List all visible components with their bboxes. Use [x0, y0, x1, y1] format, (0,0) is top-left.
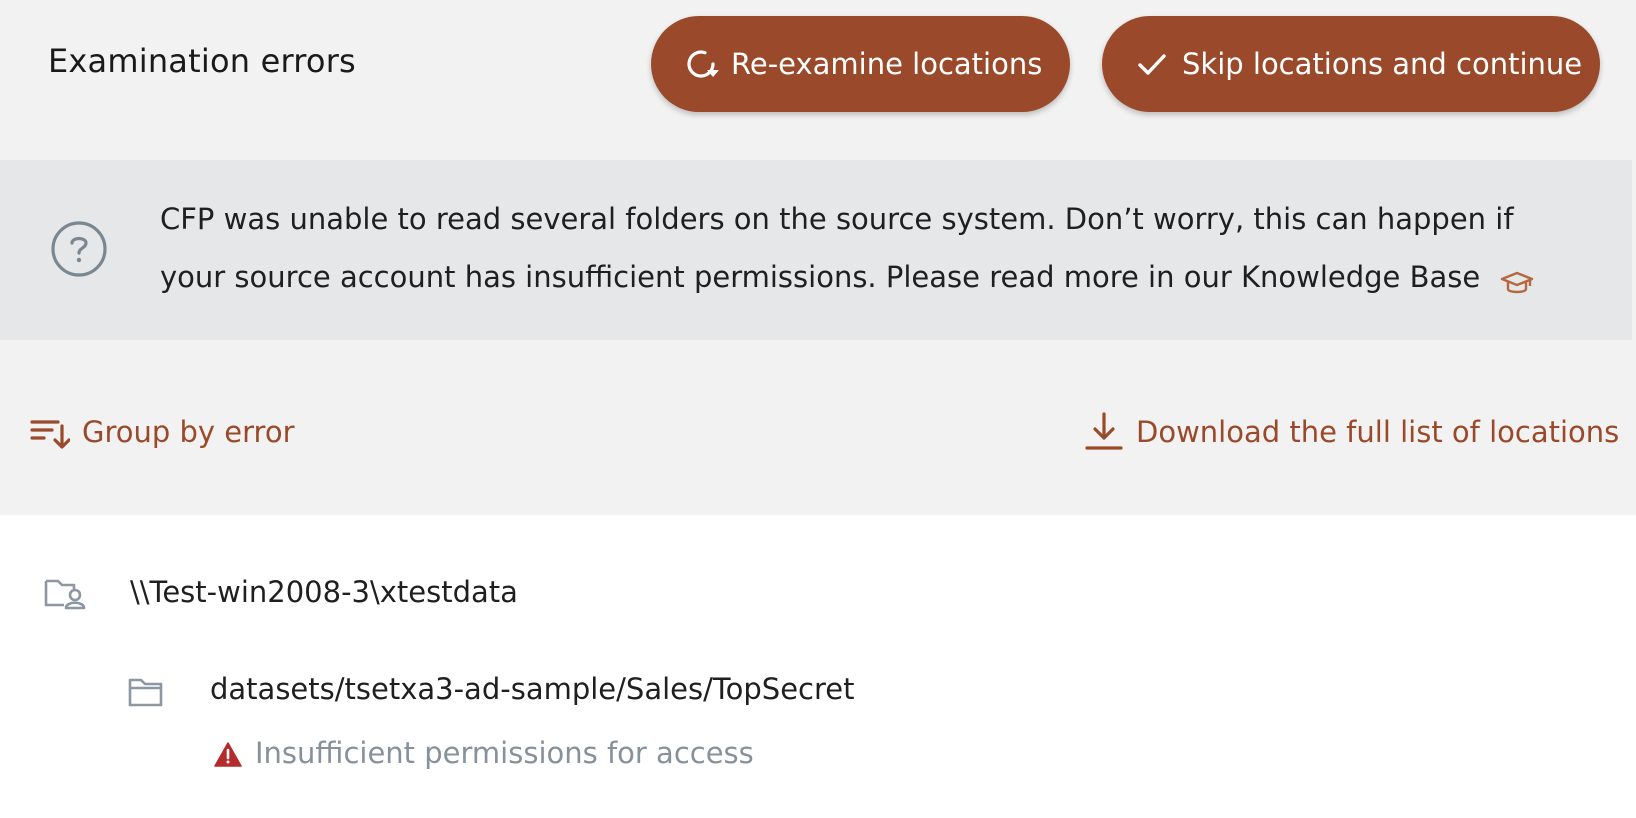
- download-icon: [1084, 412, 1124, 452]
- sort-icon: [30, 412, 70, 452]
- share-location[interactable]: \\Test-win2008-3\xtestdata: [130, 575, 518, 609]
- question-circle-icon: [50, 220, 108, 278]
- graduation-cap-icon[interactable]: [1500, 260, 1534, 294]
- group-by-error-button[interactable]: Group by error: [30, 412, 295, 452]
- skip-label: Skip locations and continue: [1182, 47, 1583, 81]
- refresh-icon: [681, 44, 721, 84]
- download-locations-button[interactable]: Download the full list of locations: [1084, 412, 1619, 452]
- info-message: CFP was unable to read several folders o…: [160, 202, 1514, 294]
- skip-locations-button[interactable]: Skip locations and continue: [1102, 16, 1600, 112]
- checkmark-icon: [1132, 44, 1172, 84]
- info-message-container: CFP was unable to read several folders o…: [160, 190, 1560, 306]
- folder-icon: [128, 676, 164, 708]
- locations-list: [0, 515, 1636, 818]
- page: Examination errors Re-examine locations …: [0, 0, 1636, 818]
- page-header: Examination errors Re-examine locations …: [0, 0, 1636, 160]
- error-message: Insufficient permissions for access: [255, 736, 754, 770]
- shared-folder-icon: [44, 575, 86, 611]
- page-title: Examination errors: [48, 42, 356, 80]
- reexamine-label: Re-examine locations: [731, 47, 1043, 81]
- group-by-label: Group by error: [82, 415, 295, 449]
- download-label: Download the full list of locations: [1136, 415, 1620, 449]
- folder-location[interactable]: datasets/tsetxa3-ad-sample/Sales/TopSecr…: [210, 672, 855, 706]
- warning-icon: [214, 742, 242, 768]
- reexamine-locations-button[interactable]: Re-examine locations: [651, 16, 1070, 112]
